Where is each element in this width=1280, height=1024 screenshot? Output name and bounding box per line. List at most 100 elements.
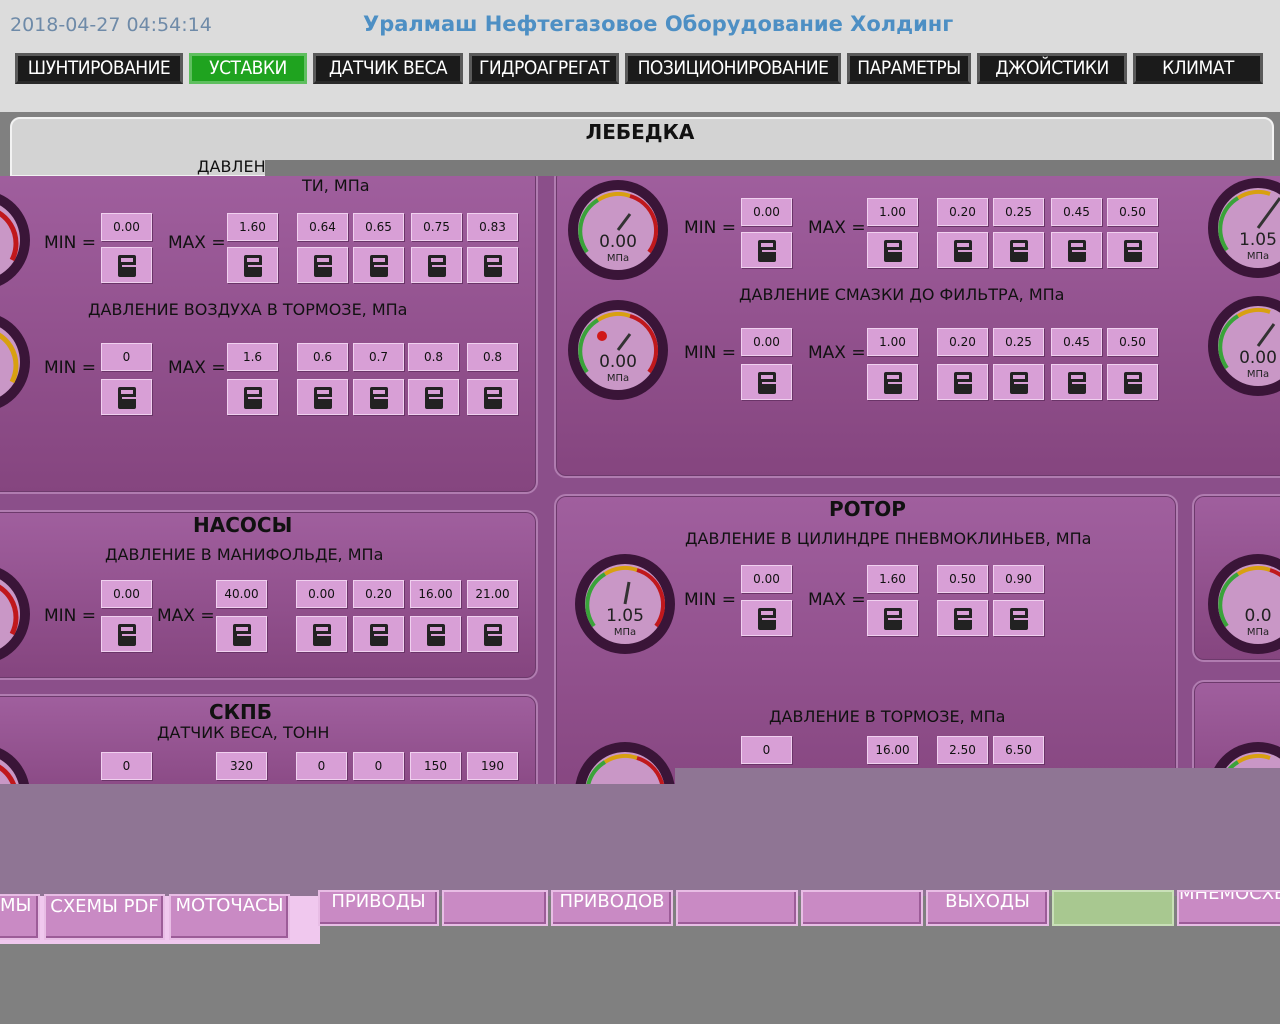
calculator-icon[interactable] [216,616,267,652]
calculator-icon[interactable] [410,616,461,652]
bottom-btn-blank[interactable] [801,890,923,926]
tab-parameters[interactable]: ПАРАМЕТРЫ [847,53,971,84]
calculator-icon[interactable] [741,364,792,400]
calculator-icon[interactable] [867,364,918,400]
bottom-btn-schemes[interactable]: ЕМЫ [0,894,40,940]
threshold-value[interactable]: 190 [467,752,518,780]
bottom-btn-motor-hours[interactable]: МОТОЧАСЫ [169,894,290,940]
max-value[interactable]: 40.00 [216,580,267,608]
calculator-icon[interactable] [937,364,988,400]
min-value[interactable]: 0.00 [101,213,152,241]
tab-positioning[interactable]: ПОЗИЦИОНИРОВАНИЕ [625,53,841,84]
threshold-value[interactable]: 150 [410,752,461,780]
threshold-value[interactable]: 0.90 [993,565,1044,593]
calculator-icon[interactable] [937,600,988,636]
calculator-icon[interactable] [993,232,1044,268]
bottom-btn-blank[interactable] [676,890,798,926]
threshold-value[interactable]: 0.45 [1051,328,1102,356]
calculator-icon[interactable] [227,247,278,283]
threshold-value[interactable]: 0.25 [993,198,1044,226]
max-value[interactable]: 1.6 [227,343,278,371]
max-value[interactable]: 1.60 [227,213,278,241]
threshold-value[interactable]: 0.50 [1107,198,1158,226]
min-value[interactable]: 0 [101,343,152,371]
tab-climate[interactable]: КЛИМАТ [1133,53,1263,84]
max-value[interactable]: 1.60 [867,565,918,593]
tab-setpoints[interactable]: УСТАВКИ [189,53,307,84]
calculator-icon[interactable] [467,379,518,415]
calculator-icon[interactable] [353,379,404,415]
tab-weight-sensor[interactable]: ДАТЧИК ВЕСА [313,53,463,84]
max-value[interactable]: 320 [216,752,267,780]
pressure-gauge [0,744,30,784]
threshold-value[interactable]: 0.6 [297,343,348,371]
skpb-title: СКПБ [209,700,273,724]
calculator-icon[interactable] [741,232,792,268]
threshold-value[interactable]: 0 [296,752,347,780]
threshold-value[interactable]: 0.20 [353,580,404,608]
calculator-icon[interactable] [1107,364,1158,400]
threshold-value[interactable]: 16.00 [410,580,461,608]
threshold-value[interactable]: 0.7 [353,343,404,371]
calculator-icon[interactable] [993,364,1044,400]
calculator-icon[interactable] [101,247,152,283]
threshold-value[interactable]: 0.25 [993,328,1044,356]
bottom-btn-drives-2[interactable]: ПРИВОДОВ [551,890,673,926]
threshold-value[interactable]: 0.8 [408,343,459,371]
threshold-value[interactable]: 6.50 [993,736,1044,764]
threshold-value[interactable]: 21.00 [467,580,518,608]
threshold-value[interactable]: 0.45 [1051,198,1102,226]
bottom-btn-drives[interactable]: ПРИВОДЫ [318,890,439,926]
threshold-value[interactable]: 0.83 [467,213,518,241]
threshold-value[interactable]: 0.20 [937,198,988,226]
bottom-btn-pdf-schemes[interactable]: СХЕМЫ PDF [44,894,165,940]
calculator-icon[interactable] [297,379,348,415]
calculator-icon[interactable] [411,247,462,283]
calculator-icon[interactable] [353,616,404,652]
threshold-value[interactable]: 0.00 [296,580,347,608]
calculator-icon[interactable] [227,379,278,415]
calculator-icon[interactable] [353,247,404,283]
max-value[interactable]: 1.00 [867,198,918,226]
calculator-icon[interactable] [467,247,518,283]
calculator-icon[interactable] [408,379,459,415]
calculator-icon[interactable] [867,232,918,268]
calculator-icon[interactable] [467,616,518,652]
bottom-btn-outputs[interactable]: ВЫХОДЫ [926,890,1049,926]
threshold-value[interactable]: 2.50 [937,736,988,764]
threshold-value[interactable]: 0.65 [353,213,404,241]
calculator-icon[interactable] [867,600,918,636]
slip-cylinder-label: ДАВЛЕНИЕ В ЦИЛИНДРЕ ПНЕВМОКЛИНЬЕВ, МПа [685,529,1092,548]
min-value[interactable]: 0.00 [741,328,792,356]
min-value[interactable]: 0 [741,736,792,764]
threshold-value[interactable]: 0.50 [937,565,988,593]
threshold-value[interactable]: 0.64 [297,213,348,241]
bottom-btn-blank[interactable] [442,890,548,926]
calculator-icon[interactable] [1051,364,1102,400]
threshold-value[interactable]: 0.8 [467,343,518,371]
calculator-icon[interactable] [937,232,988,268]
min-value[interactable]: 0.00 [741,198,792,226]
max-value[interactable]: 16.00 [867,736,918,764]
tab-hydraulic-unit[interactable]: ГИДРОАГРЕГАТ [469,53,619,84]
threshold-value[interactable]: 0.75 [411,213,462,241]
bottom-btn-mnemonic[interactable]: МНЕМОСХЕ [1177,890,1280,926]
calculator-icon[interactable] [741,600,792,636]
tab-shunting[interactable]: ШУНТИРОВАНИЕ [15,53,183,84]
tab-joysticks[interactable]: ДЖОЙСТИКИ [977,53,1127,84]
calculator-icon[interactable] [993,600,1044,636]
threshold-value[interactable]: 0 [353,752,404,780]
max-value[interactable]: 1.00 [867,328,918,356]
calculator-icon[interactable] [101,616,152,652]
threshold-value[interactable]: 0.20 [937,328,988,356]
calculator-icon[interactable] [1107,232,1158,268]
bottom-btn-active[interactable] [1052,890,1174,926]
min-value[interactable]: 0.00 [741,565,792,593]
min-value[interactable]: 0.00 [101,580,152,608]
min-value[interactable]: 0 [101,752,152,780]
threshold-value[interactable]: 0.50 [1107,328,1158,356]
calculator-icon[interactable] [101,379,152,415]
calculator-icon[interactable] [297,247,348,283]
calculator-icon[interactable] [296,616,347,652]
calculator-icon[interactable] [1051,232,1102,268]
